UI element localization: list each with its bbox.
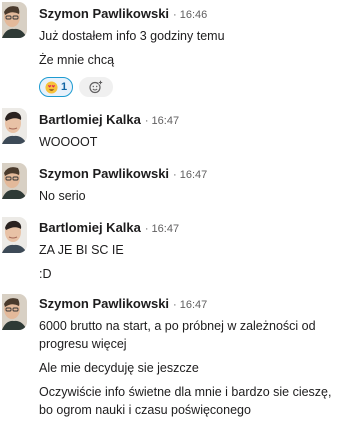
separator: · [144, 115, 149, 127]
reactions-bar: 1 [39, 77, 113, 97]
message-text: :D [39, 267, 52, 281]
message-text: Oczywiście info świetne dla mnie i bardz… [39, 385, 332, 399]
message-text: Że mnie chcą [39, 53, 115, 67]
avatar[interactable] [2, 163, 27, 199]
timestamp[interactable]: 16:47 [180, 169, 208, 181]
message-header: Bartlomiej Kalka · 16:47 [39, 112, 179, 128]
timestamp[interactable]: 16:47 [180, 299, 208, 311]
message-text: No serio [39, 189, 86, 203]
message-text: bo ogrom nauki i czasu poświęconego [39, 403, 251, 417]
separator: · [144, 223, 149, 235]
message-header: Szymon Pawlikowski · 16:47 [39, 166, 207, 182]
message-header: Bartlomiej Kalka · 16:47 [39, 220, 179, 236]
author-name[interactable]: Szymon Pawlikowski [39, 166, 169, 181]
separator: · [173, 9, 177, 21]
avatar[interactable] [2, 217, 27, 253]
message-header: Szymon Pawlikowski · 16:46 [39, 6, 207, 22]
timestamp[interactable]: 16:46 [180, 9, 208, 21]
add-reaction-button[interactable] [79, 77, 113, 97]
avatar[interactable] [2, 108, 27, 144]
timestamp[interactable]: 16:47 [152, 115, 180, 127]
message-text: 6000 brutto na start, a po próbnej w zal… [39, 319, 316, 333]
add-reaction-icon [89, 80, 103, 94]
separator: · [173, 299, 177, 311]
message-header: Szymon Pawlikowski · 16:47 [39, 296, 207, 312]
message-text: Ale mie decyduję sie jeszcze [39, 361, 199, 375]
reaction-count: 1 [60, 81, 68, 93]
reaction-pill[interactable]: 1 [39, 77, 73, 97]
author-name[interactable]: Bartlomiej Kalka [39, 112, 141, 127]
timestamp[interactable]: 16:47 [152, 223, 180, 235]
separator: · [173, 169, 177, 181]
message-text: progresu więcej [39, 337, 127, 351]
message-text: ZA JE BI SC IE [39, 243, 124, 257]
heart-eyes-emoji-icon [45, 80, 58, 94]
message-text: WOOOOT [39, 135, 98, 149]
avatar[interactable] [2, 294, 27, 330]
message-text: Już dostałem info 3 godziny temu [39, 29, 225, 43]
author-name[interactable]: Bartlomiej Kalka [39, 220, 141, 235]
author-name[interactable]: Szymon Pawlikowski [39, 6, 169, 21]
author-name[interactable]: Szymon Pawlikowski [39, 296, 169, 311]
avatar[interactable] [2, 2, 27, 38]
